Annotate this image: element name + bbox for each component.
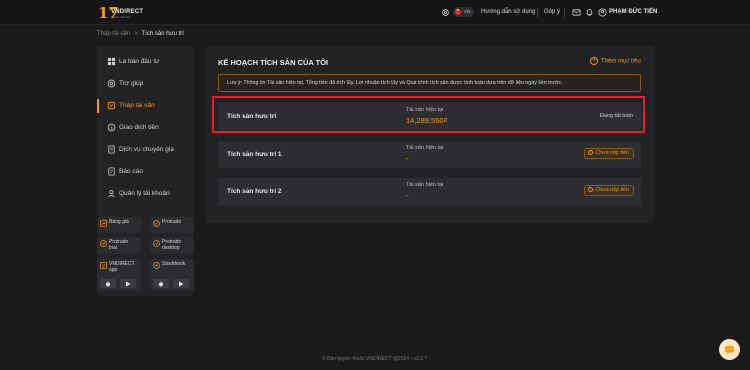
- play-store-icon: [126, 281, 131, 286]
- breadcrumb-current: Tích sản hưu trí: [141, 31, 184, 37]
- user-avatar-icon[interactable]: [598, 8, 607, 17]
- plan-name: Tích sản hưu trí 1: [227, 151, 282, 158]
- logo-tagline: Đối tác chiến lược: [111, 16, 132, 19]
- notice-text: Lưu ý: Thông tin Tài sản hiện tại, Tổng …: [227, 80, 563, 86]
- sidebar-item-label: Tháp tài sản: [119, 102, 155, 109]
- app-link-protrade[interactable]: Protrade: [150, 217, 194, 233]
- bell-icon[interactable]: [585, 8, 594, 17]
- user-name[interactable]: PHẠM ĐỨC TIẾN: [609, 9, 657, 15]
- sidebar-item-label: Dịch vụ chuyên gia: [119, 146, 174, 153]
- mail-icon[interactable]: [572, 8, 581, 17]
- status-badge: Chưa nộp tiền: [584, 148, 634, 159]
- store-card-label: Stockbook: [162, 261, 186, 267]
- apple-icon: [106, 280, 110, 286]
- app-link-label: Protrade trial: [109, 239, 129, 251]
- app-link-price-board[interactable]: Bảng giá: [97, 217, 141, 233]
- google-play-button[interactable]: [120, 279, 136, 288]
- language-code: VN: [464, 9, 471, 14]
- report-icon: [108, 167, 115, 176]
- store-card-label: VNDIRECT app: [109, 261, 135, 273]
- app-link-label: Bảng giá: [109, 219, 129, 225]
- logo-brand: VNDIRECT: [111, 9, 144, 15]
- plan-name: Tích sản hưu trí 2: [227, 188, 282, 195]
- status-badge-label: Chưa nộp tiền: [595, 187, 629, 193]
- google-play-button[interactable]: [173, 279, 189, 288]
- chat-icon: [725, 346, 734, 355]
- sidebar-item-help[interactable]: Trợ giúp: [97, 75, 194, 93]
- sidebar-item-asset-tower[interactable]: Tháp tài sản: [97, 97, 194, 115]
- breadcrumb: Tháp tài sản > Tích sản hưu trí: [97, 31, 184, 37]
- svg-text:$: $: [110, 125, 113, 131]
- asset-plan-row[interactable]: Tích sản hưu trí 1 Tài sản hiện tại - Ch…: [218, 141, 641, 168]
- money-icon: $: [107, 123, 116, 132]
- app-link-protrade-trial[interactable]: Protrade trial: [97, 237, 141, 254]
- status-dot-icon: [588, 149, 594, 155]
- account-icon: [108, 190, 115, 198]
- selection-highlight: [212, 96, 645, 133]
- breadcrumb-parent[interactable]: Tháp tài sản: [97, 31, 130, 37]
- sidebar-item-label: La bàn đầu tư: [119, 58, 160, 65]
- header-divider: [564, 8, 565, 17]
- add-target-button[interactable]: + Thêm mục tiêu: [590, 57, 641, 65]
- feedback-link[interactable]: Góp ý: [544, 9, 560, 15]
- copyright-footer: © Bản quyền thuộc VNDIRECT @2024 - v3.1.…: [322, 356, 427, 362]
- sidebar-item-account-management[interactable]: Quản lý tài khoản: [97, 185, 194, 203]
- breadcrumb-separator: >: [134, 31, 138, 37]
- app-link-protrade-desktop[interactable]: Protrade desktop: [150, 237, 194, 254]
- stockbook-icon: [153, 262, 160, 269]
- status-dot-icon: [588, 186, 594, 192]
- apple-icon: [159, 280, 163, 286]
- tower-icon: [107, 101, 116, 110]
- grid-icon: [107, 57, 116, 66]
- app-store-button[interactable]: [153, 279, 169, 288]
- store-card-stockbook: Stockbook: [150, 259, 194, 291]
- sidebar: La bàn đầu tư Trợ giúp Tháp tài sản $ Gi…: [97, 46, 194, 296]
- help-icon: [107, 79, 116, 88]
- language-switch[interactable]: VN: [453, 7, 474, 17]
- user-guide-link[interactable]: Hướng dẫn sử dụng: [481, 9, 535, 15]
- asset-plan-panel: KẾ HOẠCH TÍCH SẢN CỦA TÔI + Thêm mục tiêu…: [205, 46, 654, 223]
- header-divider: [537, 8, 538, 17]
- copyright-text: Bản quyền thuộc VNDIRECT @2024 - v3.1.7: [327, 356, 428, 362]
- notice-banner: Lưu ý: Thông tin Tài sản hiện tại, Tổng …: [218, 74, 641, 92]
- sidebar-item-investment-compass[interactable]: La bàn đầu tư: [97, 53, 194, 71]
- expert-icon: [108, 145, 115, 154]
- vndirect-logo[interactable]: 17 VNDIRECT Đối tác chiến lược: [98, 4, 144, 22]
- price-board-icon: [100, 220, 107, 227]
- status-badge: Chưa nộp tiền: [584, 185, 634, 196]
- sidebar-item-expert-services[interactable]: Dịch vụ chuyên gia: [97, 141, 194, 159]
- sidebar-item-label: Quản lý tài khoản: [119, 190, 170, 197]
- play-store-icon: [179, 281, 184, 286]
- sidebar-item-reports[interactable]: Báo cáo: [97, 163, 194, 181]
- protrade-icon: [153, 220, 160, 227]
- current-asset-value: -: [406, 191, 409, 200]
- sidebar-item-label: Giao dịch tiền: [119, 124, 159, 131]
- current-asset-caption: Tài sản hiện tại: [406, 145, 444, 151]
- protrade-trial-icon: [100, 240, 107, 247]
- settings-icon[interactable]: [441, 8, 450, 17]
- app-link-label: Protrade desktop: [162, 239, 182, 251]
- plus-circle-icon: +: [590, 57, 598, 65]
- page-title: KẾ HOẠCH TÍCH SẢN CỦA TÔI: [218, 58, 329, 67]
- current-asset-caption: Tài sản hiện tại: [406, 182, 444, 188]
- svg-text:V: V: [102, 263, 105, 268]
- current-asset-value: -: [406, 154, 409, 163]
- vietnam-flag-icon: [455, 7, 461, 15]
- protrade-desktop-icon: [153, 240, 160, 247]
- app-store-button[interactable]: [100, 279, 116, 288]
- sidebar-item-label: Trợ giúp: [119, 80, 144, 87]
- asset-plan-row[interactable]: Tích sản hưu trí 2 Tài sản hiện tại - Ch…: [218, 178, 641, 205]
- store-card-vndirect-app: V VNDIRECT app: [97, 259, 141, 291]
- top-bar: 17 VNDIRECT Đối tác chiến lược VN Hướng …: [0, 0, 750, 25]
- status-badge-label: Chưa nộp tiền: [595, 150, 629, 156]
- app-link-label: Protrade: [162, 219, 182, 225]
- sidebar-item-money-transactions[interactable]: $ Giao dịch tiền: [97, 119, 194, 137]
- vndirect-app-icon: V: [100, 262, 107, 269]
- sidebar-item-label: Báo cáo: [119, 168, 143, 175]
- add-target-label: Thêm mục tiêu: [601, 58, 641, 65]
- chat-support-button[interactable]: [719, 339, 740, 360]
